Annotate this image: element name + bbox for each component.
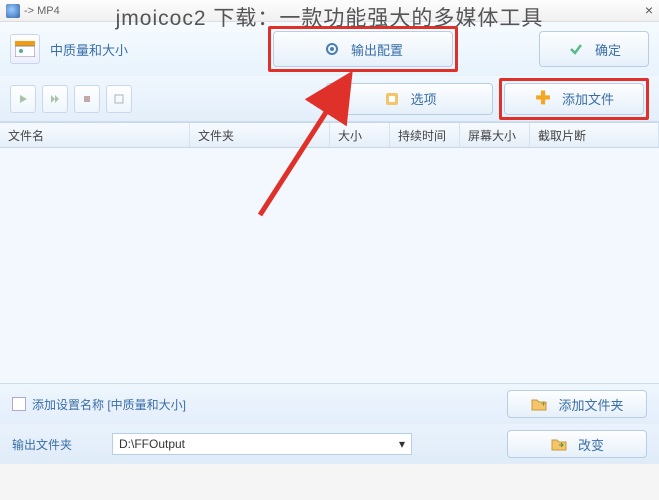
gear-icon (323, 40, 341, 58)
settings-row: 添加设置名称 [中质量和大小] + 添加文件夹 (0, 384, 659, 424)
check-icon (567, 40, 585, 58)
add-setting-checkbox[interactable] (12, 397, 26, 411)
output-config-button[interactable]: 输出配置 (273, 31, 453, 67)
col-header-screen[interactable]: 屏幕大小 (460, 123, 530, 147)
output-path-value: D:\FFOutput (119, 437, 185, 451)
add-folder-button[interactable]: + 添加文件夹 (507, 390, 647, 418)
col-header-duration[interactable]: 持续时间 (390, 123, 460, 147)
output-config-label: 输出配置 (351, 40, 403, 59)
highlight-add-file: ✚ 添加文件 (499, 78, 649, 120)
quality-dropdown[interactable]: 中质量和大小 (10, 34, 260, 64)
col-header-crop[interactable]: 截取片断 (530, 123, 659, 147)
toolbar-top: 中质量和大小 输出配置 确定 (0, 22, 659, 76)
app-icon (6, 4, 20, 18)
options-label: 选项 (411, 89, 437, 108)
change-label: 改变 (578, 435, 604, 454)
chevron-down-icon: ▾ (399, 437, 405, 451)
highlight-output-config: 输出配置 (268, 26, 458, 72)
stop-button[interactable] (74, 85, 100, 113)
table-header: 文件名 文件夹 大小 持续时间 屏幕大小 截取片断 (0, 122, 659, 148)
close-icon[interactable]: × (645, 2, 653, 18)
ok-label: 确定 (595, 40, 621, 59)
change-button[interactable]: 改变 (507, 430, 647, 458)
add-folder-label: 添加文件夹 (558, 395, 623, 414)
add-file-label: 添加文件 (562, 89, 614, 108)
window-title: -> MP4 (24, 5, 60, 17)
plus-icon: ✚ (534, 90, 552, 108)
next-button[interactable] (42, 85, 68, 113)
output-row: 输出文件夹 D:\FFOutput ▾ 改变 (0, 424, 659, 464)
add-file-button[interactable]: ✚ 添加文件 (504, 83, 644, 115)
folder-arrow-icon (550, 435, 568, 453)
clapper-icon (15, 41, 35, 57)
col-header-size[interactable]: 大小 (330, 123, 390, 147)
svg-text:+: + (541, 399, 546, 409)
output-path-dropdown[interactable]: D:\FFOutput ▾ (112, 433, 412, 455)
ok-button[interactable]: 确定 (539, 31, 649, 67)
table-body (0, 148, 659, 384)
output-folder-label: 输出文件夹 (12, 436, 102, 453)
folder-plus-icon: + (530, 395, 548, 413)
titlebar: -> MP4 × (0, 0, 659, 22)
info-button[interactable] (106, 85, 132, 113)
quality-icon (10, 34, 40, 64)
col-header-name[interactable]: 文件名 (0, 123, 190, 147)
toolbar-second: 选项 ✚ 添加文件 (0, 76, 659, 122)
play-button[interactable] (10, 85, 36, 113)
col-header-folder[interactable]: 文件夹 (190, 123, 330, 147)
options-button[interactable]: 选项 (326, 83, 493, 115)
film-icon (383, 90, 401, 108)
add-setting-label: 添加设置名称 [中质量和大小] (32, 396, 186, 413)
quality-label: 中质量和大小 (50, 40, 128, 59)
